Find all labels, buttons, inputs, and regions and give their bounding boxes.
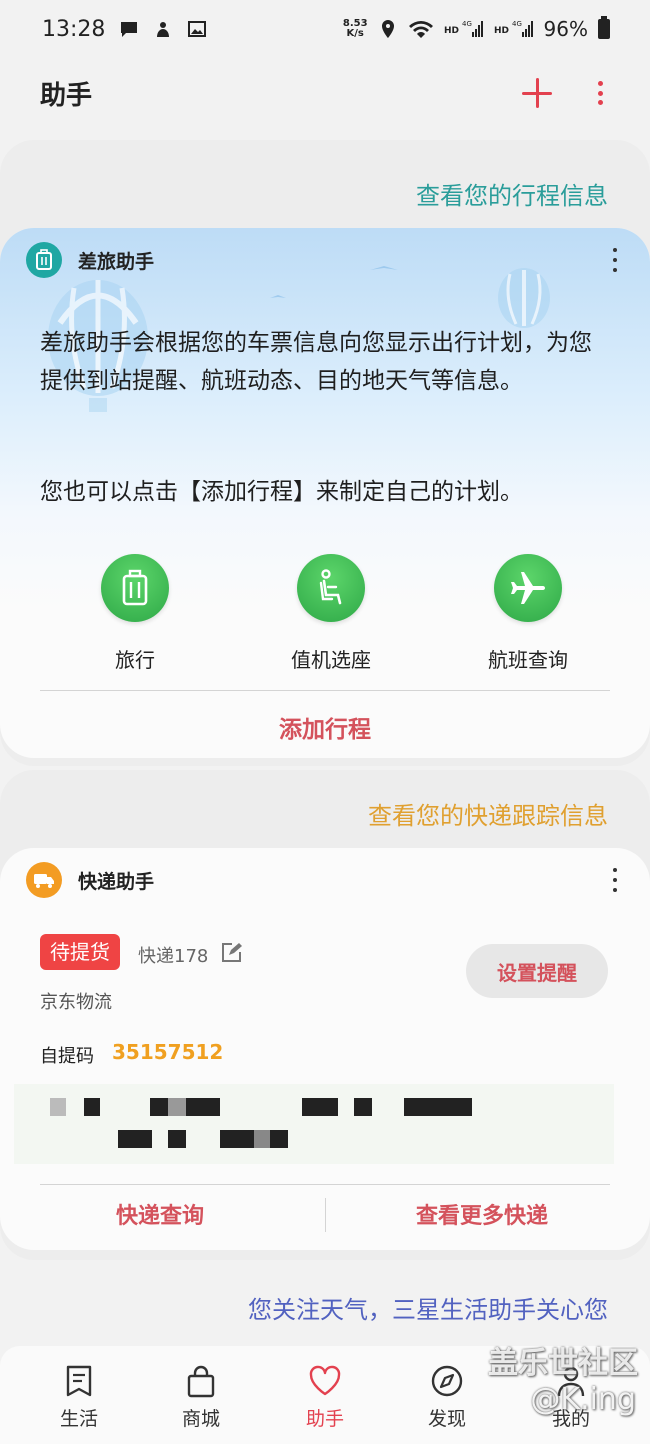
delivery-divider (40, 1184, 610, 1185)
redaction-block (186, 1098, 220, 1116)
more-deliveries-button[interactable]: 查看更多快递 (416, 1198, 548, 1230)
nav-assistant-label: 助手 (305, 1408, 344, 1430)
delivery-query-button[interactable]: 快递查询 (116, 1198, 204, 1230)
action-flight-query-label: 航班查询 (488, 648, 568, 672)
status-time: 13:28 (42, 16, 106, 42)
status-badge: 待提货 (40, 934, 120, 970)
delivery-card-header: 快递助手 (26, 862, 620, 898)
action-checkin-label: 值机选座 (291, 648, 371, 672)
svg-text:4G: 4G (512, 20, 522, 28)
delivery-actions: 快递查询 查看更多快递 (0, 1198, 650, 1238)
delivery-info-link[interactable]: 查看您的快递跟踪信息 (368, 796, 608, 831)
add-button[interactable] (522, 78, 552, 108)
battery-level: 96% (543, 17, 588, 41)
battery-icon (598, 16, 610, 39)
heart-icon (309, 1365, 341, 1396)
nav-mall-label: 商城 (181, 1408, 220, 1430)
status-bar: 13:28 8.53 K/s HD 4G HD 4G 96% (0, 0, 650, 58)
header-actions (522, 78, 610, 108)
airplane-icon (494, 554, 562, 622)
more-options-button[interactable] (590, 78, 610, 108)
signal-icon-1: HD4G (444, 20, 483, 37)
courier-company: 京东物流 (40, 992, 112, 1013)
action-checkin[interactable]: 值机选座 (261, 554, 401, 673)
watermark-handle: @K.ing (530, 1382, 636, 1417)
svg-text:HD: HD (494, 26, 509, 36)
status-left: 13:28 (42, 17, 207, 42)
message-icon (121, 22, 138, 37)
nav-discover[interactable]: 发现 (402, 1364, 492, 1431)
redaction-block (254, 1130, 270, 1148)
delivery-card-title: 快递助手 (78, 870, 155, 893)
travel-assistant-card: 差旅助手 差旅助手会根据您的车票信息向您显示出行计划，为您提供到站提醒、航班动态… (0, 228, 650, 758)
status-right: 8.53 K/s HD 4G HD 4G 96% (343, 16, 610, 41)
location-icon (381, 20, 394, 38)
pickup-code-label: 自提码 (40, 1046, 94, 1067)
nav-assistant[interactable]: 助手 (280, 1364, 370, 1431)
travel-quick-actions: 旅行 值机选座 航班查询 (0, 554, 650, 672)
weather-info-link[interactable]: 您关注天气，三星生活助手关心您 (248, 1290, 608, 1325)
watermark-text: 盖乐世社区 (488, 1346, 638, 1381)
redaction-block (270, 1130, 288, 1148)
travel-info-link[interactable]: 查看您的行程信息 (416, 176, 608, 211)
svg-text:4G: 4G (462, 20, 472, 28)
edit-icon[interactable] (220, 942, 242, 964)
seat-icon (297, 554, 365, 622)
redaction-block (302, 1098, 338, 1116)
action-travel-label: 旅行 (115, 648, 155, 672)
travel-description-2: 您也可以点击【添加行程】来制定自己的计划。 (40, 479, 523, 505)
courier-name: 快递178 (138, 946, 209, 967)
net-speed-unit: K/s (346, 28, 364, 39)
redaction-block (354, 1098, 372, 1116)
suitcase-app-icon (26, 242, 62, 278)
pickup-code-value: 35157512 (112, 1040, 224, 1064)
redaction-block (50, 1098, 66, 1116)
redaction-block (84, 1098, 100, 1116)
nav-discover-label: 发现 (427, 1408, 466, 1430)
svg-text:HD: HD (444, 26, 459, 36)
book-icon (66, 1365, 92, 1397)
delivery-assistant-card: 快递助手 待提货 快递178 设置提醒 京东物流 自提码 35157512 快递… (0, 848, 650, 1250)
action-flight-query[interactable]: 航班查询 (458, 554, 598, 673)
wifi-icon (408, 21, 433, 38)
redaction-block (220, 1130, 254, 1148)
suitcase-icon (101, 554, 169, 622)
signal-icon-2: HD4G (494, 20, 533, 37)
sky-background (0, 228, 650, 608)
redaction-block (150, 1098, 168, 1116)
travel-card-more-button[interactable] (610, 248, 620, 272)
travel-description: 差旅助手会根据您的车票信息向您显示出行计划，为您提供到站提醒、航班动态、目的地天… (40, 330, 592, 394)
balloon-illustration (48, 266, 550, 412)
nav-life[interactable]: 生活 (34, 1364, 124, 1431)
delivery-app-icon (26, 862, 62, 898)
redaction-block (168, 1098, 186, 1116)
travel-card-header: 差旅助手 (26, 242, 620, 278)
app-header: 助手 (0, 58, 650, 128)
page-title: 助手 (40, 80, 93, 111)
redaction-block (118, 1130, 152, 1148)
travel-divider (40, 690, 610, 691)
nav-life-label: 生活 (59, 1408, 98, 1430)
travel-card-title: 差旅助手 (78, 250, 155, 273)
nav-mall[interactable]: 商城 (156, 1364, 246, 1431)
compass-icon (431, 1365, 463, 1397)
action-travel[interactable]: 旅行 (65, 554, 205, 673)
shopping-bag-icon (187, 1365, 215, 1398)
redaction-block (404, 1098, 472, 1116)
redacted-address (14, 1084, 614, 1164)
image-icon (188, 21, 207, 37)
add-itinerary-button[interactable]: 添加行程 (0, 710, 650, 744)
delivery-card-more-button[interactable] (610, 868, 620, 892)
net-speed: 8.53 K/s (343, 19, 368, 39)
notification-app-icon (157, 22, 170, 37)
redaction-block (168, 1130, 186, 1148)
actions-separator (325, 1198, 326, 1232)
set-reminder-button[interactable]: 设置提醒 (466, 944, 608, 998)
